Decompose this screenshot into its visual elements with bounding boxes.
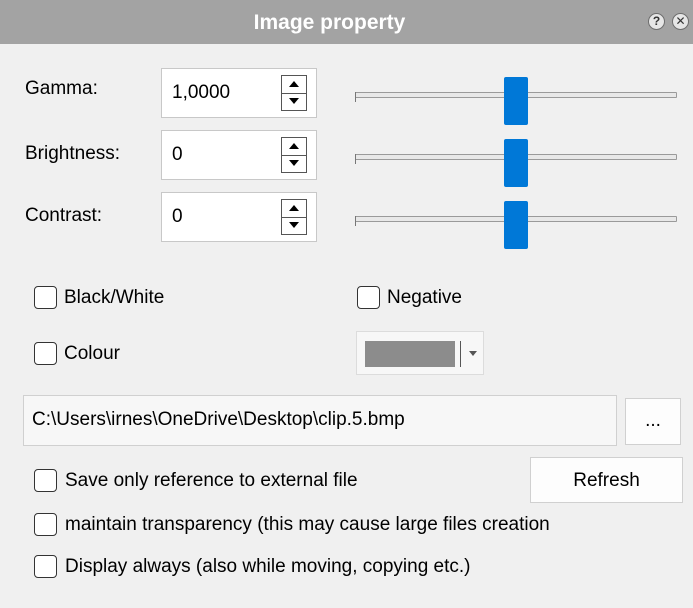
arrow-up-icon	[289, 205, 299, 211]
brightness-value[interactable]: 0	[172, 144, 183, 166]
contrast-label: Contrast:	[25, 205, 103, 226]
negative-label[interactable]: Negative	[387, 287, 462, 309]
slider-thumb[interactable]	[504, 77, 528, 125]
display-always-label[interactable]: Display always (also while moving, copyi…	[65, 556, 471, 578]
slider-tick	[355, 154, 356, 164]
close-icon[interactable]: ✕	[672, 13, 689, 30]
slider-tick	[355, 216, 356, 226]
file-path-value[interactable]: C:\Users\irnes\OneDrive\Desktop\clip.5.b…	[32, 409, 405, 431]
arrow-down-icon	[289, 160, 299, 166]
gamma-decrement-button[interactable]	[282, 93, 306, 110]
contrast-field[interactable]: 0	[161, 192, 317, 242]
negative-checkbox[interactable]	[357, 286, 380, 309]
slider-thumb[interactable]	[504, 139, 528, 187]
maintain-transparency-checkbox[interactable]	[34, 513, 57, 536]
black-white-label[interactable]: Black/White	[64, 287, 164, 309]
contrast-decrement-button[interactable]	[282, 217, 306, 234]
brightness-increment-button[interactable]	[282, 138, 306, 156]
chevron-down-icon[interactable]	[469, 351, 477, 356]
colour-swatch	[365, 341, 455, 367]
display-always-checkbox[interactable]	[34, 555, 57, 578]
arrow-down-icon	[289, 98, 299, 104]
file-path-field[interactable]: C:\Users\irnes\OneDrive\Desktop\clip.5.b…	[23, 395, 617, 446]
brightness-slider[interactable]	[355, 139, 677, 187]
gamma-stepper[interactable]	[281, 75, 307, 111]
refresh-button[interactable]: Refresh	[530, 457, 683, 503]
arrow-up-icon	[289, 143, 299, 149]
brightness-field[interactable]: 0	[161, 130, 317, 180]
brightness-label: Brightness:	[25, 143, 121, 164]
contrast-increment-button[interactable]	[282, 200, 306, 218]
black-white-checkbox[interactable]	[34, 286, 57, 309]
contrast-slider[interactable]	[355, 201, 677, 249]
contrast-stepper[interactable]	[281, 199, 307, 235]
arrow-up-icon	[289, 81, 299, 87]
save-reference-label[interactable]: Save only reference to external file	[65, 470, 358, 492]
gamma-slider[interactable]	[355, 77, 677, 125]
browse-button[interactable]: ...	[625, 398, 681, 445]
gamma-increment-button[interactable]	[282, 76, 306, 94]
arrow-down-icon	[289, 222, 299, 228]
colour-label[interactable]: Colour	[64, 343, 120, 365]
gamma-label: Gamma:	[25, 78, 98, 99]
gamma-value[interactable]: 1,0000	[172, 82, 230, 104]
brightness-decrement-button[interactable]	[282, 155, 306, 172]
brightness-stepper[interactable]	[281, 137, 307, 173]
contrast-value[interactable]: 0	[172, 206, 183, 228]
slider-tick	[355, 92, 356, 102]
colour-checkbox[interactable]	[34, 342, 57, 365]
colour-picker[interactable]	[356, 331, 484, 375]
maintain-transparency-label[interactable]: maintain transparency (this may cause la…	[65, 514, 550, 536]
picker-divider	[460, 341, 461, 367]
gamma-field[interactable]: 1,0000	[161, 68, 317, 118]
window-title: Image property	[253, 11, 406, 34]
save-reference-checkbox[interactable]	[34, 469, 57, 492]
title-bar: Image property ? ✕	[0, 0, 693, 44]
help-icon[interactable]: ?	[648, 13, 665, 30]
slider-thumb[interactable]	[504, 201, 528, 249]
